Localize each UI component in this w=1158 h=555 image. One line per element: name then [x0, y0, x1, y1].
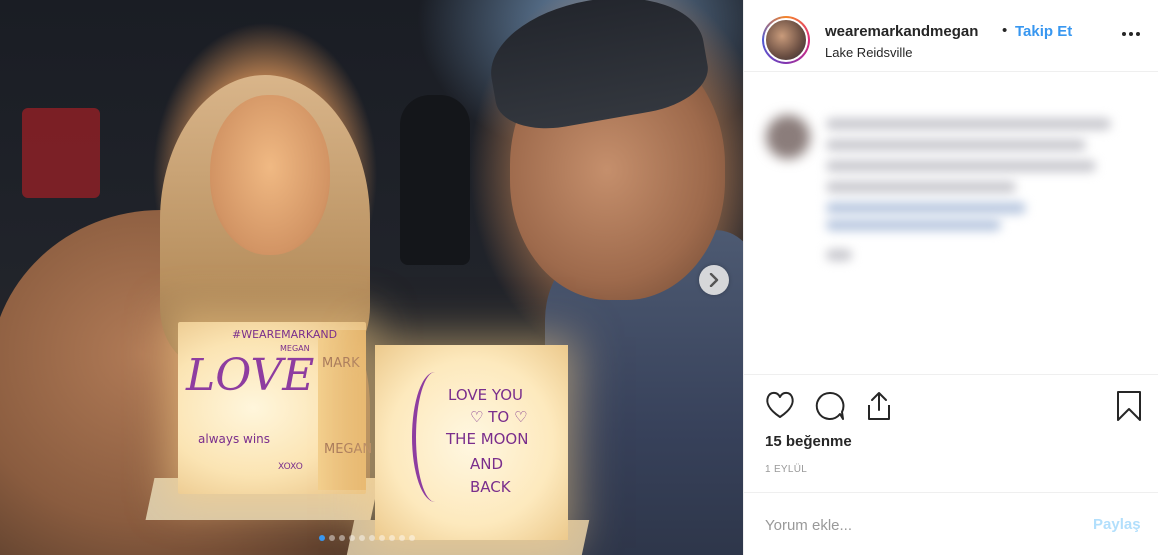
lantern-love-text: LOVE	[186, 350, 315, 401]
like-button[interactable]	[764, 390, 796, 425]
more-options-button[interactable]	[1120, 26, 1142, 42]
share-icon	[868, 392, 890, 420]
blurred-text	[826, 202, 1026, 214]
story-ring[interactable]	[762, 16, 810, 64]
comment-input[interactable]	[765, 513, 1065, 537]
bookmark-icon	[1117, 391, 1141, 421]
chevron-right-icon	[709, 273, 719, 287]
post-side-panel: wearemarkandmegan • Takip Et Lake Reidsv…	[743, 0, 1158, 555]
blurred-text	[826, 181, 1016, 193]
carousel-dot	[399, 535, 405, 541]
carousel-dot	[359, 535, 365, 541]
blurred-avatar	[766, 115, 810, 159]
post-header: wearemarkandmegan • Takip Et Lake Reidsv…	[744, 0, 1158, 72]
carousel-dot	[329, 535, 335, 541]
carousel-dot	[349, 535, 355, 541]
save-button[interactable]	[1115, 390, 1143, 427]
lantern-hashtag: #WEAREMARKAND	[232, 328, 338, 341]
carousel-indicator	[319, 535, 415, 541]
comment-form: Paylaş	[744, 492, 1158, 555]
action-bar: 15 beğenme 1 EYLÜL Paylaş	[744, 374, 1158, 555]
separator-dot: •	[1002, 22, 1008, 39]
carousel-dot	[369, 535, 375, 541]
lantern-side-megan: MEGAN	[324, 442, 373, 457]
lantern-left-side	[318, 330, 366, 490]
blurred-text	[826, 118, 1111, 130]
likes-count[interactable]: 15 beğenme	[765, 433, 852, 450]
lantern-signoff: XOXO	[278, 462, 303, 472]
background-person	[400, 95, 470, 265]
username-link[interactable]: wearemarkandmegan	[825, 23, 978, 40]
share-button[interactable]	[864, 390, 894, 427]
carousel-dot	[379, 535, 385, 541]
more-horizontal-icon	[1122, 32, 1126, 36]
blurred-text	[826, 160, 1096, 172]
blurred-text	[826, 219, 1001, 231]
carousel-dot	[319, 535, 325, 541]
blurred-text	[826, 139, 1086, 151]
post-date[interactable]: 1 EYLÜL	[765, 464, 807, 475]
carousel-dot	[339, 535, 345, 541]
lantern-line-4: AND	[470, 455, 504, 473]
carousel-dot	[389, 535, 395, 541]
blurred-text	[826, 249, 852, 261]
post-comment-button[interactable]: Paylaş	[1093, 516, 1141, 533]
post-photo[interactable]: #WEAREMARKAND MEGAN LOVE always wins XOX…	[0, 0, 743, 555]
lantern-line-5: BACK	[470, 478, 511, 496]
woman-face	[210, 95, 330, 255]
comment-bubble-icon	[815, 391, 845, 420]
background-chair	[22, 108, 100, 198]
more-horizontal-icon	[1136, 32, 1140, 36]
carousel-dot	[409, 535, 415, 541]
lantern-line-3: THE MOON	[446, 430, 529, 448]
heart-icon	[766, 391, 794, 418]
lantern-side-mark: MARK	[322, 356, 360, 371]
avatar[interactable]	[764, 18, 808, 62]
comments-area-blurred	[744, 73, 1158, 373]
more-horizontal-icon	[1129, 32, 1133, 36]
lantern-always-wins: always wins	[198, 432, 271, 446]
carousel-next-button[interactable]	[699, 265, 729, 295]
lantern-line-1: LOVE YOU	[448, 386, 523, 404]
location-link[interactable]: Lake Reidsville	[825, 45, 912, 60]
follow-button[interactable]: Takip Et	[1015, 23, 1072, 40]
lantern-line-2: ♡ TO ♡	[470, 408, 528, 426]
comment-button[interactable]	[814, 390, 846, 427]
